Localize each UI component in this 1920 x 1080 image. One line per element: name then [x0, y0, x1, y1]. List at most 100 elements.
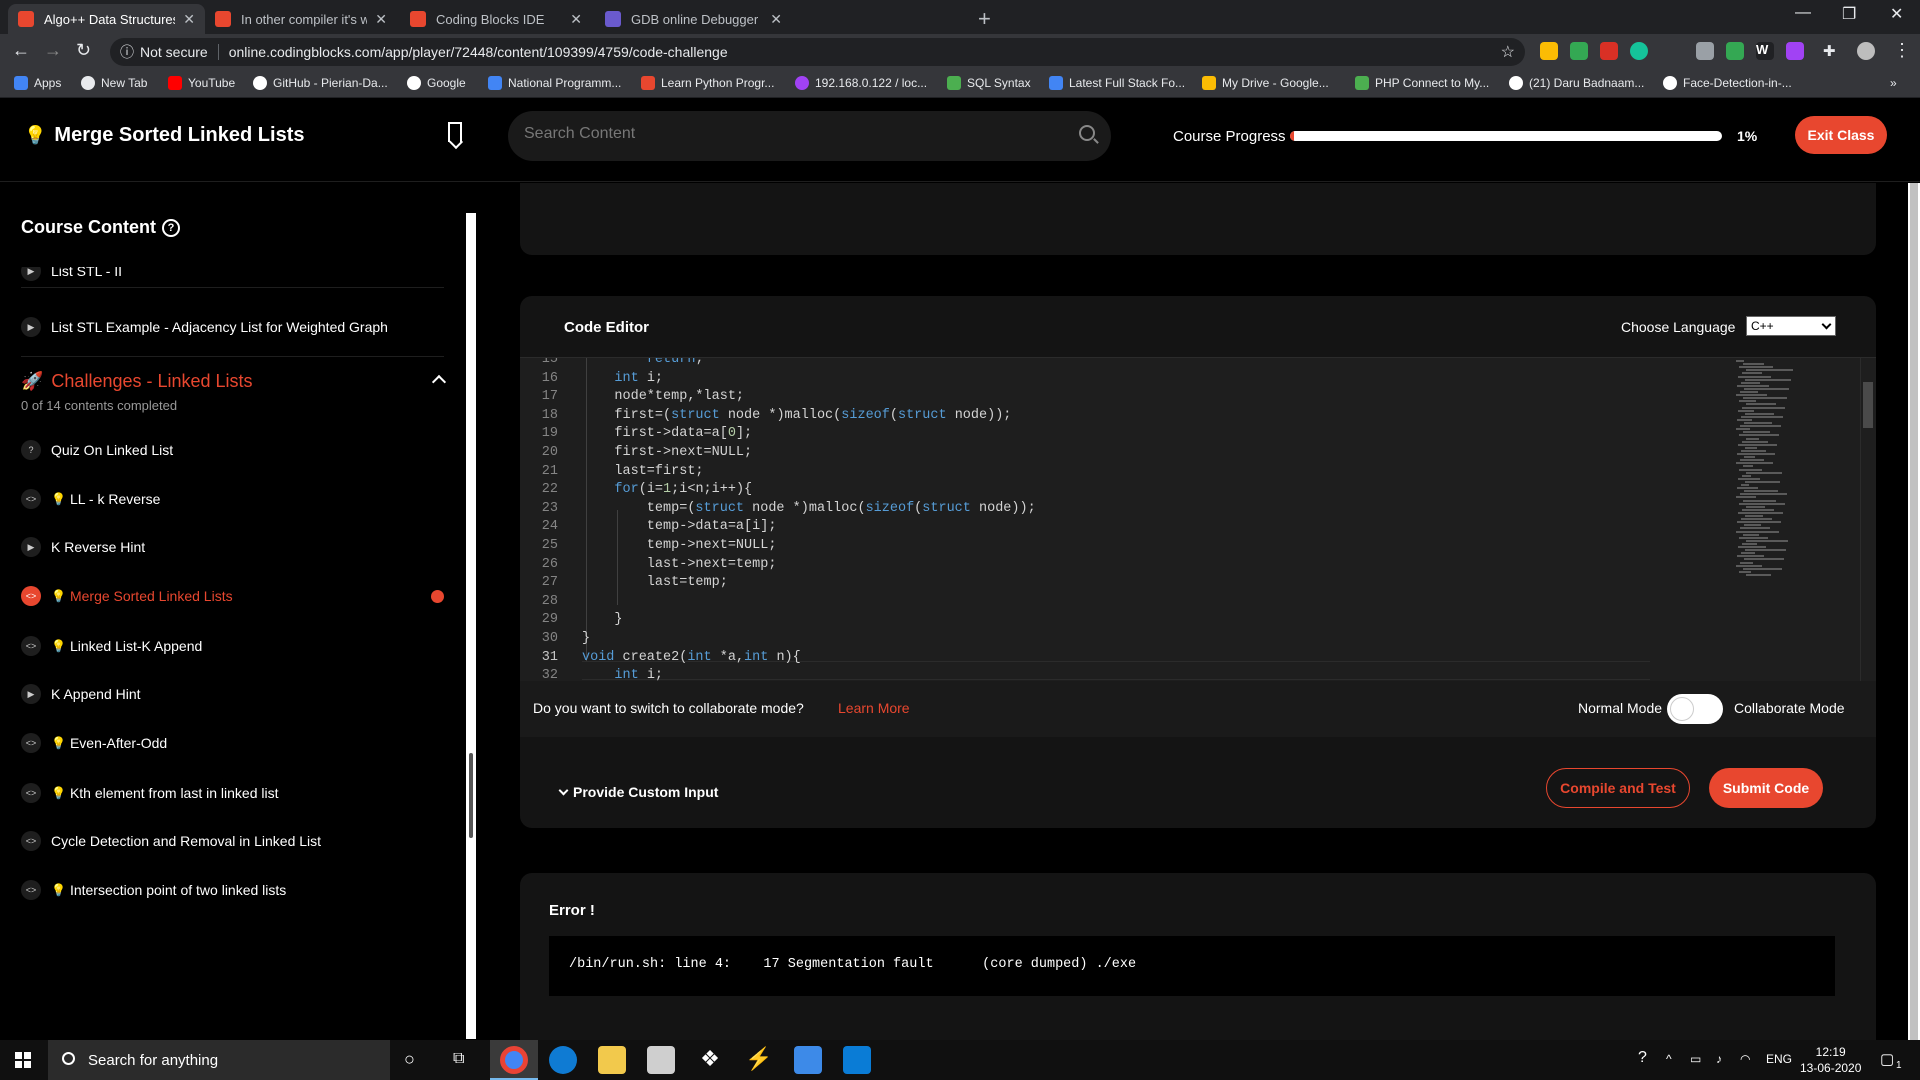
store-icon[interactable] — [647, 1046, 675, 1074]
sidebar-item-ll-k-reverse[interactable]: <> 💡 LL - k Reverse — [21, 489, 444, 509]
code-scroll-thumb[interactable] — [1863, 382, 1873, 428]
bookmark-full-stack[interactable]: Latest Full Stack Fo... — [1049, 76, 1185, 90]
browser-tab[interactable]: In other compiler it's working - C ✕ — [205, 4, 397, 34]
code-line[interactable]: 22 for(i=1;i<n;i++){ — [520, 480, 1720, 499]
code-line[interactable]: 15 return; — [520, 358, 1720, 369]
code-minimap[interactable] — [1732, 358, 1812, 681]
pdf-extension-icon[interactable] — [1600, 42, 1618, 60]
extension-icon[interactable] — [1570, 42, 1588, 60]
chrome-icon[interactable] — [500, 1046, 528, 1074]
browser-tab[interactable]: Algo++ Data Structures & Algori ✕ — [8, 4, 205, 34]
volume-icon[interactable]: ♪ — [1716, 1052, 1722, 1066]
help-tray-icon[interactable]: ? — [1638, 1049, 1647, 1067]
sidebar-item-merge-sorted[interactable]: <> 💡 Merge Sorted Linked Lists — [21, 586, 444, 606]
close-tab-icon[interactable]: ✕ — [570, 11, 582, 28]
bookmark-face-detection[interactable]: Face-Detection-in-... — [1663, 76, 1792, 90]
browser-tab[interactable]: GDB online Debugger | Compiler ✕ — [595, 4, 792, 34]
code-line[interactable]: 29 } — [520, 610, 1720, 629]
menu-dots-icon[interactable]: ⋮ — [1893, 40, 1911, 61]
file-explorer-icon[interactable] — [598, 1046, 626, 1074]
bookmark-apps[interactable]: Apps — [14, 76, 61, 90]
page-scroll-thumb[interactable] — [1910, 183, 1918, 1040]
code-line[interactable]: 17 node*temp,*last; — [520, 387, 1720, 406]
sidebar-item-cycle-detection[interactable]: <> Cycle Detection and Removal in Linked… — [21, 831, 444, 851]
reload-icon[interactable]: ↻ — [76, 40, 91, 61]
minimize-icon[interactable]: — — [1795, 4, 1811, 22]
bookmark-learn-python[interactable]: Learn Python Progr... — [641, 76, 774, 90]
system-clock[interactable]: 12:19 13-06-2020 — [1800, 1044, 1861, 1076]
windows-start-icon[interactable] — [15, 1052, 31, 1068]
close-tab-icon[interactable]: ✕ — [770, 11, 782, 28]
bookmarks-overflow-icon[interactable]: » — [1890, 76, 1897, 90]
task-view-icon[interactable]: ⧉ — [453, 1050, 464, 1068]
close-tab-icon[interactable]: ✕ — [375, 11, 387, 28]
code-line[interactable]: 18 first=(struct node *)malloc(sizeof(st… — [520, 406, 1720, 425]
sidebar-item-intersection[interactable]: <> 💡 Intersection point of two linked li… — [21, 880, 444, 900]
language-indicator[interactable]: ENG — [1766, 1052, 1792, 1066]
code-line[interactable]: 24 temp->data=a[i]; — [520, 517, 1720, 536]
language-select[interactable]: C++ — [1746, 316, 1836, 336]
sidebar-scroll-thumb[interactable] — [469, 753, 473, 838]
bookmark-my-drive[interactable]: My Drive - Google... — [1202, 76, 1329, 90]
collaborate-mode-toggle[interactable] — [1667, 694, 1723, 724]
new-tab-icon[interactable]: + — [978, 6, 991, 32]
search-bar[interactable] — [508, 111, 1111, 161]
bookmark-google[interactable]: Google — [407, 76, 466, 90]
close-window-icon[interactable]: ✕ — [1890, 4, 1903, 24]
code-editor[interactable]: 15 return; 16 int i; 17 node*temp,*last; 18… — [520, 357, 1876, 681]
code-line[interactable]: 25 temp->next=NULL; — [520, 536, 1720, 555]
list-item[interactable]: ▶ List STL Example - Adjacency List for … — [21, 317, 444, 337]
custom-input-toggle[interactable]: Provide Custom Input — [558, 784, 718, 800]
wifi-icon[interactable]: ◠ — [1740, 1052, 1750, 1066]
code-line[interactable]: 21 last=first; — [520, 462, 1720, 481]
flash-icon[interactable]: ⚡ — [745, 1046, 773, 1074]
dropbox-icon[interactable]: ❖ — [696, 1046, 724, 1074]
code-line[interactable]: 23 temp=(struct node *)malloc(sizeof(str… — [520, 499, 1720, 518]
bookmark-localhost[interactable]: 192.168.0.122 / loc... — [795, 76, 927, 90]
code-line[interactable]: 26 last->next=temp; — [520, 555, 1720, 574]
code-line[interactable]: 20 first->next=NULL; — [520, 443, 1720, 462]
close-tab-icon[interactable]: ✕ — [183, 11, 195, 28]
code-line[interactable]: 28 — [520, 592, 1720, 611]
extension-icon[interactable] — [1786, 42, 1804, 60]
bookmark-icon[interactable] — [448, 122, 462, 142]
code-line[interactable]: 16 int i; — [520, 369, 1720, 388]
help-icon[interactable]: ? — [162, 218, 180, 237]
notification-icon[interactable]: ▢ — [1880, 1050, 1894, 1068]
sidebar-scrollbar[interactable] — [466, 213, 476, 1039]
bookmark-github[interactable]: GitHub - Pierian-Da... — [253, 76, 388, 90]
info-icon[interactable]: ⓘ — [120, 42, 134, 62]
browser-tab[interactable]: Coding Blocks IDE ✕ — [400, 4, 592, 34]
sidebar-item-quiz[interactable]: ? Quiz On Linked List — [21, 440, 444, 460]
sidebar-item-k-append-hint[interactable]: ▶ K Append Hint — [21, 684, 444, 704]
code-line[interactable]: 31 void create2(int *a,int n){ — [520, 648, 1720, 667]
bookmark-star-icon[interactable]: ☆ — [1501, 42, 1515, 62]
edge-icon[interactable] — [549, 1046, 577, 1074]
sidebar-item-kth-from-last[interactable]: <> 💡 Kth element from last in linked lis… — [21, 783, 444, 803]
bookmark-youtube[interactable]: YouTube — [168, 76, 235, 90]
section-challenges[interactable]: 🚀 Challenges - Linked Lists 0 of 14 conte… — [21, 371, 447, 413]
restore-icon[interactable]: ❐ — [1842, 4, 1856, 24]
vscode-icon[interactable] — [843, 1046, 871, 1074]
list-item[interactable]: ▶ List STL - II — [21, 267, 444, 281]
code-line[interactable]: 27 last=temp; — [520, 573, 1720, 592]
bookmark-daru-badnaam[interactable]: (21) Daru Badnaam... — [1509, 76, 1644, 90]
extension-icon[interactable] — [1696, 42, 1714, 60]
mail-icon[interactable] — [794, 1046, 822, 1074]
w-extension-icon[interactable]: W — [1756, 42, 1774, 60]
back-icon[interactable]: ← — [12, 40, 30, 61]
url-text[interactable]: online.codingblocks.com/app/player/72448… — [229, 44, 728, 60]
learn-more-link[interactable]: Learn More — [838, 700, 910, 716]
page-scrollbar[interactable] — [1908, 183, 1920, 1040]
bookmark-national-programming[interactable]: National Programm... — [488, 76, 621, 90]
search-icon[interactable] — [1079, 125, 1095, 141]
grammarly-icon[interactable] — [1630, 42, 1648, 60]
puzzle-icon[interactable]: ✚ — [1823, 42, 1841, 60]
compile-and-test-button[interactable]: Compile and Test — [1546, 768, 1690, 808]
code-line[interactable]: 19 first->data=a[0]; — [520, 424, 1720, 443]
code-line[interactable]: 30} — [520, 629, 1720, 648]
submit-code-button[interactable]: Submit Code — [1709, 768, 1823, 808]
code-line[interactable]: 32 int i; — [520, 666, 1720, 681]
code-scrollbar[interactable] — [1860, 358, 1874, 681]
taskbar-search[interactable]: Search for anything — [48, 1040, 390, 1080]
